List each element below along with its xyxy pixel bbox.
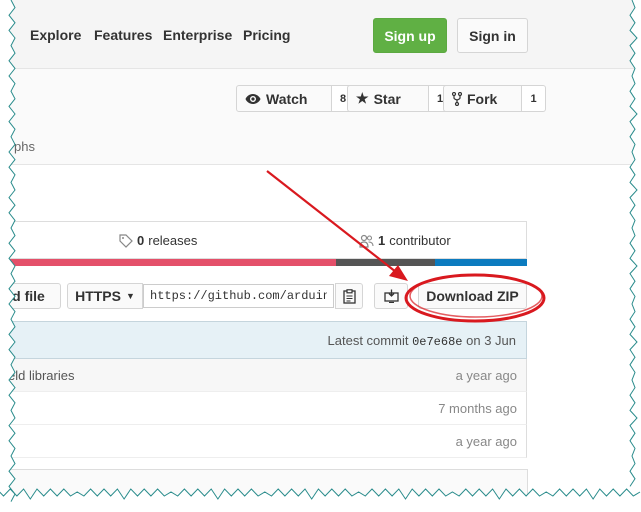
clipboard-icon [342, 288, 356, 304]
open-desktop-button[interactable] [374, 283, 408, 309]
repo-summary: 0 releases 1 contributor [0, 221, 527, 259]
watch-control: Watch 8 [236, 85, 355, 112]
fork-button[interactable]: Fork [443, 85, 522, 112]
readme-header-partial [0, 469, 528, 495]
nav-enterprise[interactable]: Enterprise [163, 27, 232, 43]
file-message[interactable]: eld libraries [8, 368, 74, 383]
repo-header [0, 69, 641, 165]
language-segment [336, 259, 435, 266]
contributors-link[interactable]: 1 contributor [359, 233, 451, 248]
contributors-count: 1 [378, 233, 386, 248]
nav-pricing[interactable]: Pricing [243, 27, 290, 43]
language-segment [435, 259, 527, 266]
file-age: a year ago [455, 368, 517, 383]
language-bar[interactable] [0, 259, 527, 266]
fork-control: Fork 1 [443, 85, 546, 112]
people-icon [359, 234, 374, 248]
commit-sha[interactable]: 0e7e68e [412, 335, 462, 349]
eye-icon [245, 93, 261, 104]
sign-in-button[interactable]: Sign in [457, 18, 528, 53]
caret-down-icon: ▼ [125, 291, 135, 301]
file-age: a year ago [455, 434, 517, 449]
protocol-label: HTTPS [75, 288, 121, 304]
releases-count: 0 [137, 233, 145, 248]
clone-url-input[interactable] [143, 284, 334, 308]
fork-count[interactable]: 1 [522, 85, 546, 112]
releases-label: releases [148, 233, 198, 248]
language-segment [0, 259, 336, 266]
nav-features[interactable]: Features [94, 27, 152, 43]
desktop-download-icon [383, 289, 399, 303]
nav-explore[interactable]: Explore [30, 27, 81, 43]
star-label: Star [373, 90, 401, 107]
star-button[interactable]: ★ Star [347, 85, 429, 112]
releases-link[interactable]: 0 releases [119, 233, 197, 248]
table-row[interactable]: eld libraries a year ago [0, 359, 527, 392]
table-row[interactable]: 7 months ago [0, 392, 527, 425]
fork-icon [452, 91, 462, 106]
arrow-head-icon [389, 265, 408, 281]
copy-url-button[interactable] [335, 283, 363, 309]
table-row[interactable]: a year ago [0, 425, 527, 458]
watch-label: Watch [266, 90, 308, 107]
protocol-selector[interactable]: HTTPS ▼ [67, 283, 143, 309]
star-control: ★ Star 1 [347, 85, 452, 112]
star-icon: ★ [356, 90, 369, 106]
latest-commit-info: Latest commit 0e7e68e on 3 Jun [328, 333, 516, 349]
tag-icon [119, 233, 133, 248]
watch-button[interactable]: Watch [236, 85, 332, 112]
tab-graphs-partial[interactable]: phs [14, 139, 35, 154]
file-age: 7 months ago [438, 401, 517, 416]
sign-up-button[interactable]: Sign up [373, 18, 447, 53]
contributors-label: contributor [389, 233, 451, 248]
download-zip-button[interactable]: Download ZIP [418, 283, 527, 309]
latest-commit-bar: Latest commit 0e7e68e on 3 Jun [0, 321, 527, 359]
fork-label: Fork [467, 90, 498, 107]
add-file-button[interactable]: d file [0, 283, 61, 309]
commit-date: on 3 Jun [466, 333, 516, 348]
commit-prefix: Latest commit [327, 333, 409, 348]
